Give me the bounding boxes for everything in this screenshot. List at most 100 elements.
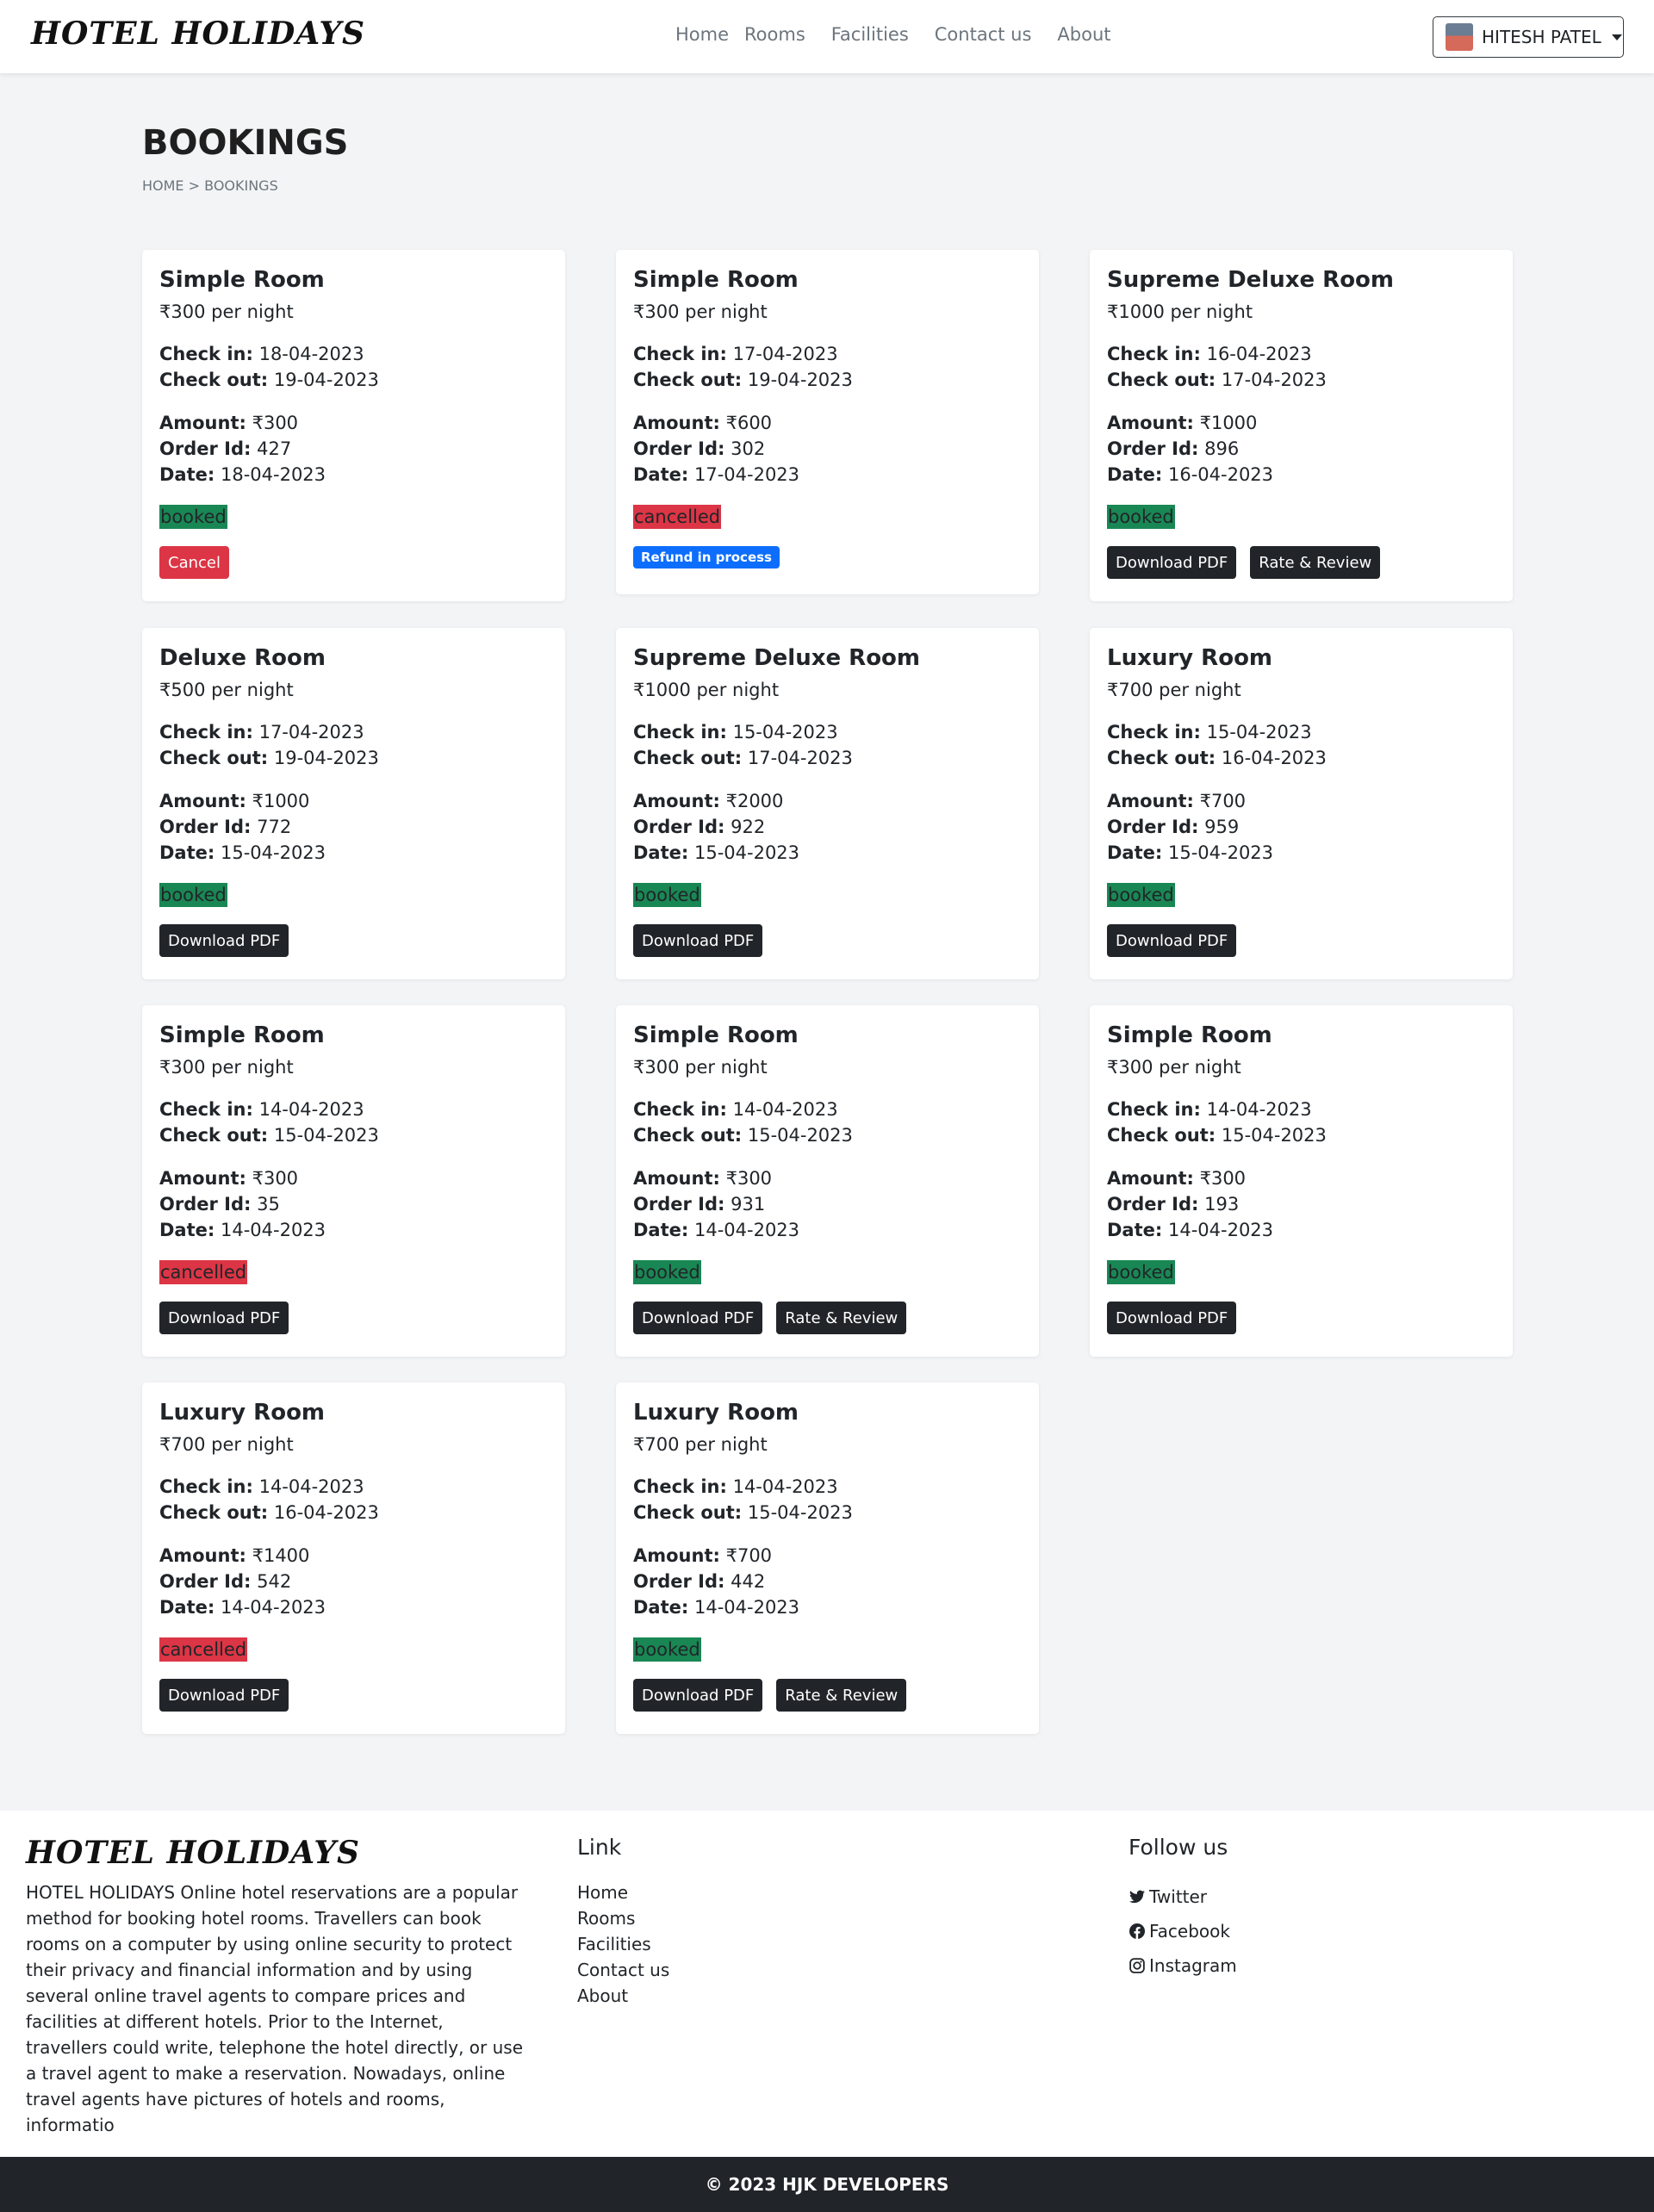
download-pdf-button[interactable]: Download PDF [633, 1679, 763, 1712]
amount-value: ₹700 [1199, 791, 1247, 811]
payment-info: Amount: ₹700 Order Id: 442 Date: 14-04-202… [633, 1543, 1022, 1620]
check-in-label: Check in: [159, 722, 253, 743]
footer-links: Home Rooms Facilities Contact us About [577, 1880, 669, 2009]
check-in-label: Check in: [159, 1476, 253, 1497]
check-out-label: Check out: [1107, 748, 1216, 768]
room-price: ₹300 per night [633, 301, 768, 322]
booking-card: Simple Room ₹300 per night Check in: 14-04… [616, 1005, 1039, 1357]
order-id-value: 35 [257, 1194, 280, 1215]
social-twitter[interactable]: Twitter [1129, 1880, 1237, 1914]
stay-dates: Check in: 17-04-2023 Check out: 19-04-202… [633, 341, 1022, 393]
room-price: ₹1000 per night [633, 680, 780, 700]
social-facebook[interactable]: Facebook [1129, 1914, 1237, 1948]
user-menu-button[interactable]: HITESH PATEL [1433, 16, 1624, 58]
check-in-value: 14-04-2023 [732, 1099, 838, 1120]
download-pdf-button[interactable]: Download PDF [1107, 546, 1237, 579]
rate-review-button[interactable]: Rate & Review [776, 1679, 907, 1712]
room-price: ₹700 per night [1107, 680, 1241, 700]
social-instagram[interactable]: Instagram [1129, 1948, 1237, 1983]
caret-down-icon [1611, 34, 1622, 40]
booking-card: Simple Room ₹300 per night Check in: 18-04… [142, 250, 565, 601]
status-badge: booked [633, 883, 701, 907]
card-actions: Download PDF [159, 924, 548, 957]
room-price: ₹300 per night [159, 1057, 294, 1078]
check-in-row: Check in: 14-04-2023 [159, 1097, 548, 1122]
status-badge: cancelled [633, 505, 722, 529]
card-actions: Download PDF [159, 1679, 548, 1712]
room-price: ₹700 per night [159, 1434, 294, 1455]
order-id-row: Order Id: 959 [1107, 814, 1495, 840]
cancel-button[interactable]: Cancel [159, 546, 229, 579]
footer-link-contact[interactable]: Contact us [577, 1957, 669, 1983]
download-pdf-button[interactable]: Download PDF [159, 1679, 289, 1712]
footer-link-about[interactable]: About [577, 1983, 669, 2009]
check-in-value: 17-04-2023 [732, 344, 838, 364]
download-pdf-button[interactable]: Download PDF [1107, 1302, 1237, 1334]
booking-card: Simple Room ₹300 per night Check in: 14-04… [142, 1005, 565, 1357]
amount-row: Amount: ₹300 [159, 410, 548, 436]
amount-label: Amount: [1107, 413, 1194, 433]
check-in-value: 16-04-2023 [1206, 344, 1312, 364]
order-id-row: Order Id: 922 [633, 814, 1022, 840]
check-in-label: Check in: [633, 722, 727, 743]
download-pdf-button[interactable]: Download PDF [1107, 924, 1237, 957]
booking-card: Luxury Room ₹700 per night Check in: 14-04… [142, 1382, 565, 1734]
booking-card: Simple Room ₹300 per night Check in: 17-04… [616, 250, 1039, 594]
nav-link-about[interactable]: About [1057, 24, 1110, 45]
status-badge: booked [1107, 505, 1175, 529]
nav-link-facilities[interactable]: Facilities [831, 24, 909, 45]
download-pdf-button[interactable]: Download PDF [633, 924, 763, 957]
date-value: 14-04-2023 [220, 1220, 326, 1240]
room-price: ₹700 per night [633, 1434, 768, 1455]
check-out-row: Check out: 19-04-2023 [633, 367, 1022, 393]
footer-link-home[interactable]: Home [577, 1880, 669, 1905]
nav-link-home[interactable]: Home [675, 24, 729, 45]
check-in-label: Check in: [159, 1099, 253, 1120]
check-out-row: Check out: 17-04-2023 [1107, 367, 1495, 393]
download-pdf-button[interactable]: Download PDF [159, 924, 289, 957]
social-facebook-label: Facebook [1149, 1921, 1230, 1942]
amount-value: ₹600 [725, 413, 773, 433]
check-in-row: Check in: 17-04-2023 [633, 341, 1022, 367]
status-badge: booked [633, 1637, 701, 1662]
check-in-row: Check in: 14-04-2023 [633, 1474, 1022, 1500]
rate-review-button[interactable]: Rate & Review [1250, 546, 1381, 579]
date-row: Date: 17-04-2023 [633, 462, 1022, 488]
download-pdf-button[interactable]: Download PDF [633, 1302, 763, 1334]
amount-value: ₹1000 [1199, 413, 1258, 433]
order-id-row: Order Id: 931 [633, 1191, 1022, 1217]
date-label: Date: [1107, 842, 1163, 863]
amount-label: Amount: [633, 791, 720, 811]
room-name: Simple Room [159, 267, 325, 293]
status-badge: booked [1107, 883, 1175, 907]
footer-links-heading: Link [577, 1835, 622, 1860]
amount-label: Amount: [1107, 791, 1194, 811]
card-actions: Download PDF Rate & Review [633, 1302, 1022, 1334]
nav-links: Home Rooms Facilities Contact us About [675, 24, 1137, 45]
date-value: 16-04-2023 [1167, 464, 1274, 485]
date-label: Date: [159, 1597, 215, 1618]
order-id-value: 772 [257, 817, 292, 837]
stay-dates: Check in: 16-04-2023 Check out: 17-04-202… [1107, 341, 1495, 393]
stay-dates: Check in: 18-04-2023 Check out: 19-04-202… [159, 341, 548, 393]
check-out-row: Check out: 17-04-2023 [633, 745, 1022, 771]
date-value: 17-04-2023 [693, 464, 800, 485]
check-in-row: Check in: 14-04-2023 [159, 1474, 548, 1500]
check-out-row: Check out: 16-04-2023 [1107, 745, 1495, 771]
download-pdf-button[interactable]: Download PDF [159, 1302, 289, 1334]
footer-link-facilities[interactable]: Facilities [577, 1931, 669, 1957]
footer-link-rooms[interactable]: Rooms [577, 1905, 669, 1931]
check-in-value: 15-04-2023 [732, 722, 838, 743]
check-out-row: Check out: 19-04-2023 [159, 367, 548, 393]
refund-badge: Refund in process [633, 546, 780, 569]
amount-row: Amount: ₹700 [1107, 788, 1495, 814]
check-out-value: 19-04-2023 [273, 370, 379, 390]
stay-dates: Check in: 14-04-2023 Check out: 15-04-202… [159, 1097, 548, 1148]
nav-link-rooms[interactable]: Rooms [744, 24, 805, 45]
brand-logo[interactable]: HOTEL HOLIDAYS [31, 16, 365, 52]
facebook-icon [1129, 1923, 1146, 1940]
rate-review-button[interactable]: Rate & Review [776, 1302, 907, 1334]
order-id-row: Order Id: 427 [159, 436, 548, 462]
nav-link-contact[interactable]: Contact us [935, 24, 1032, 45]
order-id-row: Order Id: 772 [159, 814, 548, 840]
